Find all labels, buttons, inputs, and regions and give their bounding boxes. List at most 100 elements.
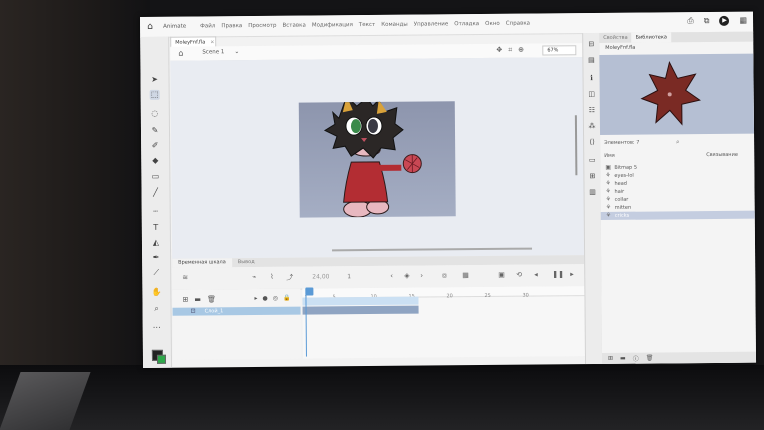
- history-icon[interactable]: ▭: [587, 155, 597, 165]
- list-item[interactable]: ⚘ cricks: [600, 210, 755, 220]
- chevron-down-icon[interactable]: ⌄: [234, 48, 239, 55]
- menu-insert[interactable]: Вставка: [282, 23, 305, 29]
- workspace-icon[interactable]: ▦: [739, 16, 747, 26]
- column-name[interactable]: Имя: [604, 153, 615, 159]
- brush-tool-icon[interactable]: ✎: [150, 126, 160, 136]
- stage[interactable]: [298, 95, 456, 218]
- color-icon[interactable]: ◫: [587, 89, 597, 99]
- prev-keyframe-icon[interactable]: ‹: [390, 272, 393, 280]
- zoom-tool-icon[interactable]: ⌕: [152, 304, 162, 314]
- onion-skin-icon[interactable]: ⌁: [252, 273, 256, 281]
- step-forward-icon[interactable]: ▸: [570, 270, 574, 278]
- tab-library[interactable]: Библиотека: [631, 32, 672, 43]
- new-folder-icon[interactable]: ▬: [620, 355, 626, 362]
- library-document-select[interactable]: MoleyFnf.fla: [605, 45, 635, 51]
- new-symbol-icon[interactable]: ⊞: [608, 355, 613, 362]
- rectangle-tool-icon[interactable]: ▭: [150, 172, 160, 182]
- code-snippets-icon[interactable]: ⟨⟩: [587, 137, 597, 147]
- play-pause-icon[interactable]: ❚❚: [552, 270, 564, 278]
- components-icon[interactable]: ⁂: [587, 121, 597, 131]
- pasteboard: [170, 57, 585, 259]
- selection-tool-icon[interactable]: ➤: [150, 75, 160, 85]
- more-tools-icon[interactable]: ⋯: [152, 323, 162, 333]
- clip-icon[interactable]: ⌗: [508, 46, 512, 55]
- highlight-icon[interactable]: ▸: [254, 295, 257, 302]
- search-icon[interactable]: ⌕: [676, 138, 679, 146]
- menu-text[interactable]: Текст: [359, 22, 375, 28]
- menu-commands[interactable]: Команды: [381, 22, 408, 28]
- graphic-symbol-icon: ⚘: [605, 179, 611, 187]
- motion-tween-icon[interactable]: ⧈: [442, 271, 447, 280]
- eraser-tool-icon[interactable]: ◆: [150, 156, 160, 166]
- center-stage-icon[interactable]: ⊕: [518, 46, 524, 55]
- document-tab-label: MoleyFnf.fla: [175, 39, 206, 46]
- menu-window[interactable]: Окно: [485, 21, 500, 27]
- insert-keyframe-icon[interactable]: ◈: [404, 272, 409, 280]
- menu-help[interactable]: Справка: [506, 21, 530, 27]
- new-folder-icon[interactable]: ▬: [194, 295, 201, 303]
- horizontal-scrollbar[interactable]: [332, 247, 533, 252]
- column-linkage[interactable]: Связывание: [706, 152, 738, 158]
- transform-icon[interactable]: ▤: [586, 55, 596, 65]
- frame-span[interactable]: [302, 305, 419, 315]
- properties-icon[interactable]: ⓘ: [633, 354, 639, 363]
- list-item-label: hair: [614, 188, 625, 195]
- layer-name[interactable]: Слой_1: [205, 307, 224, 315]
- share-icon[interactable]: ⎙: [687, 16, 693, 26]
- delete-icon[interactable]: 🗑: [646, 355, 654, 362]
- align-icon[interactable]: ⊟: [586, 39, 596, 49]
- fps-display[interactable]: 24,00: [312, 273, 329, 280]
- publish-icon[interactable]: ⧉: [704, 16, 710, 26]
- tab-properties[interactable]: Свойства: [599, 33, 632, 43]
- zoom-select[interactable]: 67%: [542, 45, 577, 56]
- lock-icon[interactable]: 🔒: [283, 295, 291, 302]
- menu-edit[interactable]: Правка: [221, 23, 242, 29]
- menu-view[interactable]: Просмотр: [248, 23, 276, 29]
- paint-bucket-icon[interactable]: ◭: [151, 238, 161, 248]
- menu-debug[interactable]: Отладка: [454, 21, 479, 27]
- delete-layer-icon[interactable]: 🗑: [207, 295, 216, 303]
- menu-modify[interactable]: Модификация: [312, 22, 353, 28]
- show-hide-icon[interactable]: ●: [262, 295, 267, 302]
- hand-tool-icon[interactable]: ✋: [151, 288, 161, 298]
- edit-multiple-frames-icon[interactable]: ⌇: [270, 273, 273, 281]
- outline-icon[interactable]: ◎: [273, 295, 278, 302]
- playhead-handle[interactable]: [305, 287, 314, 296]
- layer-row[interactable]: ⊡ Слой_1: [172, 306, 301, 316]
- menu-file[interactable]: Файл: [200, 23, 215, 29]
- classic-tween-icon[interactable]: ▦: [462, 271, 469, 279]
- camera-icon[interactable]: ▣: [498, 271, 505, 279]
- line-tool-icon[interactable]: ╱: [150, 188, 160, 198]
- new-layer-icon[interactable]: ⊞: [182, 296, 188, 304]
- home-icon[interactable]: ⌂: [143, 22, 157, 32]
- subselection-tool-icon[interactable]: ⬚: [149, 89, 160, 100]
- list-item-label: head: [614, 180, 627, 187]
- bone-tool-icon[interactable]: ⟋: [151, 268, 161, 278]
- swatches-icon[interactable]: ☷: [587, 105, 597, 115]
- paintbrush-tool-icon[interactable]: ✐: [150, 141, 160, 151]
- vertical-scrollbar[interactable]: [574, 115, 578, 176]
- eyedropper-icon[interactable]: ✒: [151, 253, 161, 263]
- loop-icon[interactable]: ⟲: [516, 271, 522, 279]
- step-back-icon[interactable]: ◂: [534, 271, 538, 279]
- stroke-color-swatch[interactable]: [156, 354, 167, 364]
- lasso-tool-icon[interactable]: ◌: [150, 109, 160, 119]
- menu-control[interactable]: Управление: [414, 21, 449, 27]
- layers-icon[interactable]: ≋: [182, 274, 188, 282]
- current-frame[interactable]: 1: [347, 273, 351, 280]
- close-tab-icon[interactable]: ×: [210, 39, 214, 45]
- text-tool-icon[interactable]: T: [151, 223, 161, 233]
- scene-label[interactable]: Scene 1: [202, 49, 224, 55]
- test-movie-icon[interactable]: ▶: [719, 15, 730, 26]
- list-item-label: cricks: [614, 212, 630, 219]
- next-keyframe-icon[interactable]: ›: [420, 272, 423, 280]
- frame-selection[interactable]: [302, 296, 419, 306]
- scene-panel-icon[interactable]: ▥: [588, 187, 598, 197]
- snap-icon[interactable]: ✥: [496, 46, 502, 55]
- graph-icon[interactable]: ⤴: [286, 273, 293, 283]
- tab-output[interactable]: Вывод: [232, 258, 261, 267]
- frames-area[interactable]: 1 5 10 15 20 25 30: [302, 286, 585, 359]
- info-icon[interactable]: ℹ: [587, 73, 597, 83]
- motion-presets-icon[interactable]: ⊞: [587, 171, 597, 181]
- scene-icon[interactable]: ⌂: [178, 49, 183, 58]
